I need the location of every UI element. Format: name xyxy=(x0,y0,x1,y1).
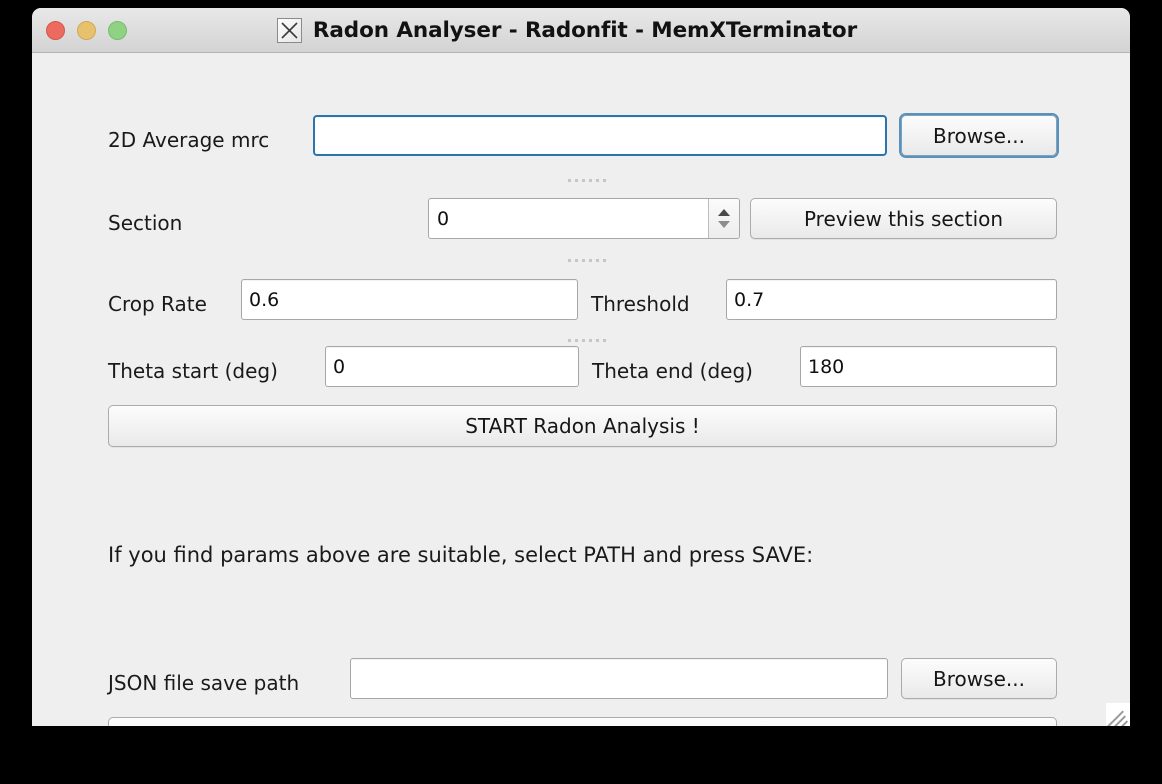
separator-handle-3 xyxy=(568,339,606,342)
window-controls xyxy=(46,8,127,52)
theta-end-label: Theta end (deg) xyxy=(592,359,753,383)
x-logo-icon xyxy=(276,17,302,43)
start-radon-analysis-button[interactable]: START Radon Analysis ! xyxy=(108,405,1057,447)
crop-rate-input[interactable] xyxy=(241,279,578,320)
save-hint-text: If you find params above are suitable, s… xyxy=(108,543,814,567)
json-path-browse-button[interactable]: Browse... xyxy=(901,658,1057,699)
minimize-button[interactable] xyxy=(77,20,96,40)
separator-handle-1 xyxy=(568,179,606,182)
title-group: Radon Analyser - Radonfit - MemXTerminat… xyxy=(276,17,858,43)
title-bar[interactable]: Radon Analyser - Radonfit - MemXTerminat… xyxy=(32,8,1130,53)
stepper-down-icon[interactable] xyxy=(718,221,730,228)
theta-start-input[interactable] xyxy=(325,346,579,387)
save-parameters-button[interactable]: SAVE these parameters ! xyxy=(108,717,1057,726)
separator-handle-2 xyxy=(568,259,606,262)
mrc-input[interactable] xyxy=(313,115,887,156)
window-title: Radon Analyser - Radonfit - MemXTerminat… xyxy=(312,17,858,43)
crop-rate-label: Crop Rate xyxy=(108,292,207,316)
mrc-browse-button[interactable]: Browse... xyxy=(901,115,1057,156)
theta-end-input[interactable] xyxy=(800,346,1057,387)
json-path-input[interactable] xyxy=(350,658,888,699)
threshold-input[interactable] xyxy=(726,279,1057,320)
json-path-label: JSON file save path xyxy=(108,671,300,695)
mrc-label: 2D Average mrc xyxy=(108,128,270,152)
threshold-label: Threshold xyxy=(591,292,690,316)
stepper-up-icon[interactable] xyxy=(718,209,730,216)
section-value[interactable]: 0 xyxy=(429,199,708,238)
maximize-button[interactable] xyxy=(108,20,127,40)
preview-section-button[interactable]: Preview this section xyxy=(750,198,1057,239)
main-content: 2D Average mrc Browse... Section 0 Previ… xyxy=(32,53,1130,726)
section-spinbox[interactable]: 0 xyxy=(428,198,740,239)
application-window: Radon Analyser - Radonfit - MemXTerminat… xyxy=(32,8,1130,726)
section-stepper[interactable] xyxy=(708,199,739,238)
resize-grip[interactable] xyxy=(1106,703,1130,726)
theta-start-label: Theta start (deg) xyxy=(108,359,278,383)
close-button[interactable] xyxy=(46,20,65,40)
section-label: Section xyxy=(108,211,183,235)
